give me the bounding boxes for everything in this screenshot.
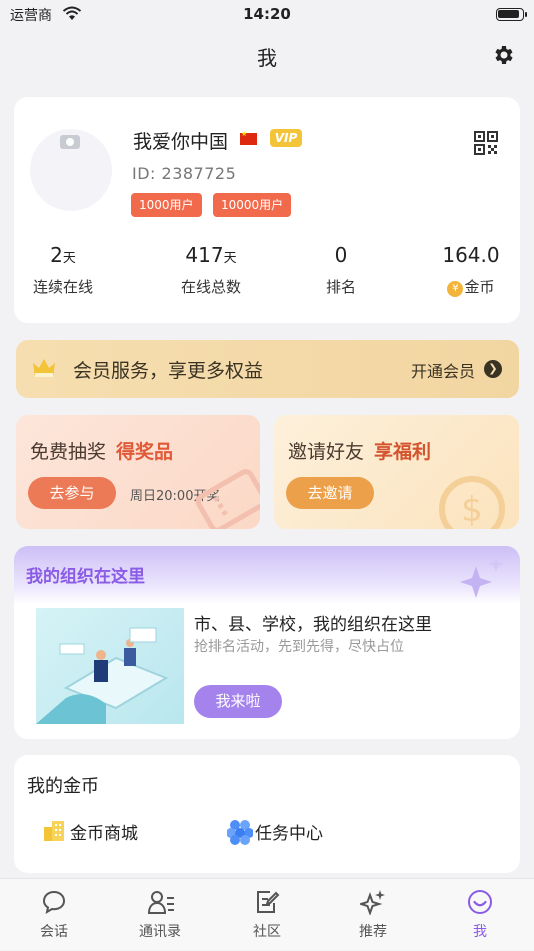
avatar[interactable] (30, 129, 112, 211)
hexagons-icon (227, 820, 253, 845)
user-tag: 1000用户 (131, 193, 202, 217)
page-title: 我 (257, 46, 277, 70)
navbar: 我 (0, 30, 534, 82)
ticket-icon (195, 469, 260, 529)
tab-recommend[interactable]: 推荐 (320, 879, 426, 951)
china-flag-icon (240, 130, 257, 145)
org-header: 我的组织在这里 (14, 546, 520, 604)
join-org-button[interactable]: 我来啦 (194, 685, 282, 718)
stat-label: 连续在线 (32, 278, 93, 296)
user-tag: 10000用户 (213, 193, 292, 217)
join-button[interactable]: 去参与 (28, 477, 116, 509)
tab-label: 社区 (253, 924, 281, 940)
tab-contacts[interactable]: 通讯录 (107, 879, 213, 951)
stat-coins[interactable]: 164.0 ¥ 金币 (408, 243, 534, 297)
stat-consecutive-online[interactable]: 2天 连续在线 (0, 243, 126, 297)
tab-me[interactable]: 我 (427, 879, 533, 951)
tab-label: 会话 (40, 924, 68, 940)
invite-highlight: 享福利 (374, 441, 432, 463)
stats-row: 2天 连续在线 417天 在线总数 0 排名 164.0 ¥ 金币 (14, 243, 520, 303)
org-subtitle: 抢排名活动，先到先得，尽快占位 (194, 639, 404, 655)
stat-label: 排名 (325, 278, 356, 296)
buildings-icon (44, 821, 64, 841)
my-coins-card: 我的金币 金币商城 任务中心 (14, 755, 520, 873)
invite-card[interactable]: 邀请好友 享福利 去邀请 $ (274, 415, 519, 529)
svg-text:$: $ (461, 490, 483, 529)
status-bar: 运营商 14:20 (0, 0, 534, 30)
sparkle-decoration-icon (460, 556, 504, 598)
clock: 14:20 (243, 5, 291, 23)
tab-label: 通讯录 (139, 924, 181, 940)
tab-community[interactable]: 社区 (214, 879, 320, 951)
coin-mall-label: 金币商城 (70, 824, 138, 844)
chat-icon (42, 890, 66, 915)
camera-icon (60, 135, 80, 149)
lottery-highlight: 得奖品 (116, 441, 174, 463)
stat-label: 金币 (464, 278, 495, 296)
stat-total-online[interactable]: 417天 在线总数 (148, 243, 274, 297)
stat-rank[interactable]: 0 排名 (278, 243, 404, 297)
stat-value: 2 (50, 243, 63, 267)
lottery-card[interactable]: 免费抽奖 得奖品 去参与 周日20:00开奖 (16, 415, 260, 529)
coins-title: 我的金币 (27, 776, 99, 797)
org-header-title: 我的组织在这里 (26, 567, 145, 587)
coin-icon: ¥ (447, 281, 464, 297)
user-id: ID: 2387725 (132, 164, 237, 183)
community-icon (257, 891, 280, 913)
tab-label: 我 (473, 924, 487, 940)
profile-name: 我爱你中国 (133, 131, 229, 153)
invite-button[interactable]: 去邀请 (286, 477, 374, 509)
lottery-title: 免费抽奖 得奖品 (30, 441, 174, 463)
dollar-coin-icon: $ (439, 476, 505, 529)
open-membership-link[interactable]: 开通会员 (411, 358, 475, 382)
crown-icon (33, 359, 55, 377)
member-text: 会员服务，享更多权益 (73, 360, 264, 382)
vip-badge: VIP (270, 129, 302, 147)
smile-icon (468, 890, 492, 914)
task-center-label: 任务中心 (255, 824, 323, 844)
member-banner[interactable]: 会员服务，享更多权益 开通会员 ❯ (16, 340, 519, 398)
stat-value: 164.0 (442, 243, 500, 267)
org-illustration (36, 608, 184, 724)
invite-title: 邀请好友 享福利 (288, 441, 432, 463)
stat-value: 0 (334, 243, 348, 267)
qr-code-icon[interactable] (474, 131, 498, 155)
tab-chat[interactable]: 会话 (1, 879, 107, 951)
stat-value: 417 (185, 243, 224, 267)
chevron-right-icon[interactable]: ❯ (484, 360, 502, 378)
organization-card: 我的组织在这里 市、县、学校，我的组织在这里 抢排名活动，先到先得，尽快占位 我… (14, 546, 520, 739)
stat-unit: 天 (62, 251, 76, 266)
sparkle-icon (360, 890, 385, 915)
tab-label: 推荐 (359, 924, 387, 940)
gear-icon[interactable] (492, 43, 516, 67)
org-headline: 市、县、学校，我的组织在这里 (194, 615, 432, 635)
stat-unit: 天 (223, 251, 237, 266)
contacts-icon (147, 891, 174, 914)
profile-card: 我爱你中国 VIP ID: 2387725 1000用户 10000用户 2天 … (14, 97, 520, 323)
stat-label: 在线总数 (180, 278, 241, 296)
tab-bar: 会话 通讯录 社区 推荐 我 (0, 878, 534, 950)
battery-icon (496, 8, 527, 21)
